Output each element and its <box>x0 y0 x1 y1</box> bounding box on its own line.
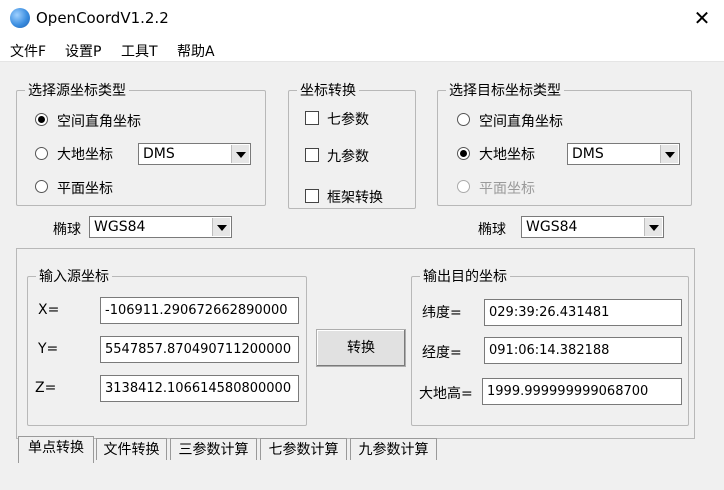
close-icon: ✕ <box>693 6 711 30</box>
source-ellipsoid-select[interactable]: WGS84 <box>89 216 232 238</box>
target-ellipsoid-select[interactable]: WGS84 <box>521 216 664 238</box>
z-label: Z= <box>35 380 57 396</box>
frame-transform-checkbox[interactable] <box>305 189 319 203</box>
frame-transform-label: 框架转换 <box>327 190 383 206</box>
source-ellipsoid-label: 椭球 <box>53 222 81 238</box>
chevron-down-icon <box>644 218 662 236</box>
tab-single-point[interactable]: 单点转换 <box>18 436 94 463</box>
menu-tools[interactable]: 工具T <box>121 41 158 61</box>
longitude-label: 经度= <box>422 345 462 361</box>
source-ellipsoid-value: WGS84 <box>94 219 146 235</box>
target-ellipsoid-value: WGS84 <box>526 219 578 235</box>
target-ellipsoid-label: 椭球 <box>478 222 506 238</box>
target-type-legend: 选择目标坐标类型 <box>449 83 561 99</box>
seven-param-checkbox[interactable] <box>305 111 319 125</box>
window-title: OpenCoordV1.2.2 <box>36 9 169 27</box>
source-label-cartesian: 空间直角坐标 <box>57 114 141 130</box>
tab-nine-param[interactable]: 九参数计算 <box>350 438 437 460</box>
y-label: Y= <box>38 341 59 357</box>
latitude-output[interactable]: 029:39:26.431481 <box>484 299 682 326</box>
seven-param-label: 七参数 <box>327 112 369 128</box>
height-label: 大地高= <box>419 386 473 402</box>
source-radio-cartesian[interactable] <box>35 113 48 126</box>
menu-settings[interactable]: 设置P <box>65 41 101 61</box>
x-input[interactable]: -106911.290672662890000 <box>100 297 299 324</box>
tab-three-param[interactable]: 三参数计算 <box>170 438 257 460</box>
menu-file[interactable]: 文件F <box>10 41 46 61</box>
source-label-geodetic: 大地坐标 <box>57 147 113 163</box>
longitude-output[interactable]: 091:06:14.382188 <box>484 337 682 364</box>
source-format-value: DMS <box>143 146 175 162</box>
menu-help[interactable]: 帮助A <box>177 41 215 61</box>
source-radio-geodetic[interactable] <box>35 147 48 160</box>
output-legend: 输出目的坐标 <box>423 269 507 285</box>
menu-bar <box>0 37 724 62</box>
target-radio-geodetic[interactable] <box>457 147 470 160</box>
target-label-plane: 平面坐标 <box>479 181 535 197</box>
source-type-legend: 选择源坐标类型 <box>28 83 126 99</box>
convert-button[interactable]: 转换 <box>316 329 406 367</box>
input-legend: 输入源坐标 <box>39 269 109 285</box>
y-input[interactable]: 5547857.870490711200000 <box>100 336 299 363</box>
target-label-geodetic: 大地坐标 <box>479 147 535 163</box>
height-output[interactable]: 1999.999999999068700 <box>482 378 682 405</box>
close-button[interactable]: ✕ <box>688 5 716 31</box>
chevron-down-icon <box>660 145 678 163</box>
nine-param-checkbox[interactable] <box>305 148 319 162</box>
target-radio-cartesian[interactable] <box>457 113 470 126</box>
source-radio-plane[interactable] <box>35 180 48 193</box>
target-format-value: DMS <box>572 146 604 162</box>
target-format-select[interactable]: DMS <box>567 143 680 165</box>
app-icon <box>10 8 30 28</box>
latitude-label: 纬度= <box>422 305 462 321</box>
source-format-select[interactable]: DMS <box>138 143 251 165</box>
x-label: X= <box>38 302 60 318</box>
z-input[interactable]: 3138412.106614580800000 <box>100 375 299 402</box>
source-label-plane: 平面坐标 <box>57 181 113 197</box>
tab-seven-param[interactable]: 七参数计算 <box>260 438 347 460</box>
transform-legend: 坐标转换 <box>300 83 356 99</box>
target-radio-plane[interactable] <box>457 180 470 193</box>
nine-param-label: 九参数 <box>327 149 369 165</box>
chevron-down-icon <box>231 145 249 163</box>
target-label-cartesian: 空间直角坐标 <box>479 114 563 130</box>
chevron-down-icon <box>212 218 230 236</box>
tab-file-convert[interactable]: 文件转换 <box>96 438 167 460</box>
